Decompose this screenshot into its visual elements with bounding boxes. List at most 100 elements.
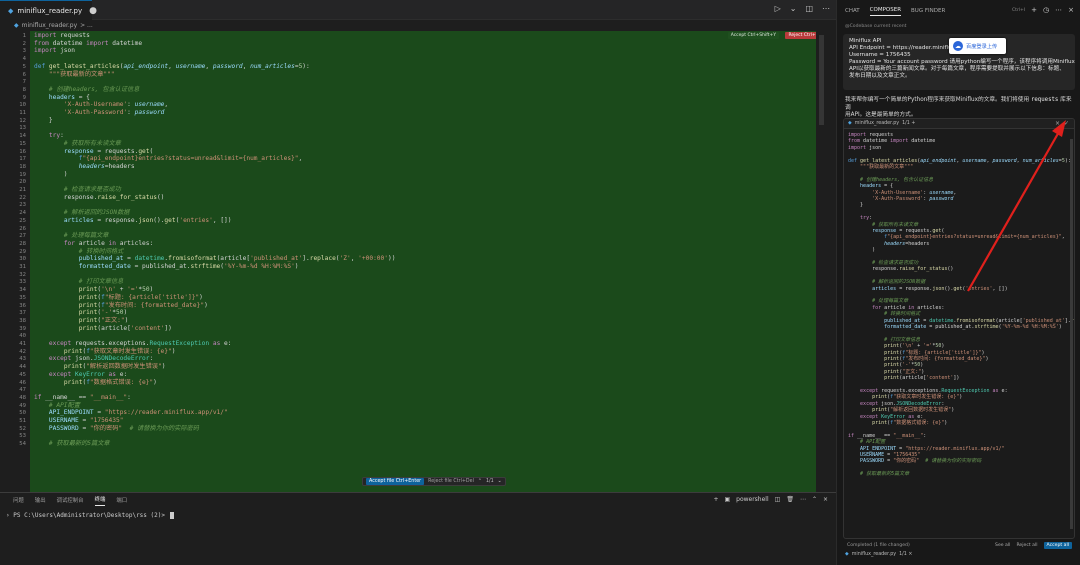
run-icon[interactable]: ▷ [775,4,781,13]
editor-code-line[interactable]: # 获取最新的5篇文章 [34,440,110,448]
composer-code-line[interactable]: response.raise_for_status() [848,266,953,272]
editor-code-line[interactable]: response.raise_for_status() [34,194,165,202]
chevron-down-icon[interactable]: ⌄ [790,4,797,13]
accept-all-button[interactable]: Accept all [1043,542,1072,549]
composer-code-line[interactable]: 'X-Auth-Password': password [848,196,953,202]
panel-tab[interactable]: 问题 [13,496,24,504]
editor-code-line[interactable]: USERNAME = "1756435" [34,417,124,425]
accept-file-button[interactable]: Accept file Ctrl+Enter [366,478,425,485]
editor-code-line[interactable]: # 转换时间格式 [34,248,124,256]
more-icon[interactable]: ⋯ [1055,6,1062,14]
editor-code-line[interactable]: # 处理每篇文章 [34,232,109,240]
editor-code-line[interactable]: # 解析返回的JSON数据 [34,209,130,217]
editor-code-line[interactable]: } [34,117,53,125]
editor-code-line[interactable]: # 检查请求是否成功 [34,186,121,194]
chat-tab[interactable]: COMPOSER [869,7,902,16]
editor-code-line[interactable]: print(f"获取文章时发生错误: {e}") [34,348,176,356]
composer-code-line[interactable]: # 获取最新的5篇文章 [848,471,909,477]
plus-icon[interactable]: + [713,496,718,503]
editor-code-line[interactable]: if __name__ == "__main__": [34,394,131,402]
close-icon[interactable]: × [823,496,828,503]
panel-tab[interactable]: 调试控制台 [57,496,84,504]
terminal-prompt-line[interactable]: › PS C:\Users\Administrator\Desktop\rss … [6,512,174,519]
editor-code-line[interactable]: ) [34,171,68,179]
editor-code-line[interactable]: # 获取所有未读文章 [34,140,121,148]
editor-code-line[interactable]: print(f"标题: {article['title']}") [34,294,203,302]
history-icon[interactable]: ◷ [1043,6,1049,14]
editor-code-line[interactable]: def get_latest_articles(api_endpoint, us… [34,63,310,71]
composer-code-line[interactable]: formatted_date = published_at.strftime('… [848,324,1062,330]
code-content-added-diff[interactable]: Accept Ctrl+Shift+Y Reject Ctrl+N import… [30,31,826,492]
editor-code-line[interactable]: except requests.exceptions.RequestExcept… [34,340,232,348]
chat-tab[interactable]: BUG FINDER [911,8,945,14]
composer-code-line[interactable]: print(f"数据格式错误: {e}") [848,420,947,426]
editor-code-line[interactable]: """获取最新的文章""" [34,71,115,79]
editor-code-line[interactable]: headers=headers [34,163,135,171]
split-terminal-icon[interactable]: ◫ [775,496,781,503]
editor-code-line[interactable]: # 创建headers, 包含认证信息 [34,86,139,94]
editor-code-line[interactable]: formatted_date = published_at.strftime('… [34,263,299,271]
editor-code-line[interactable]: # API配置 [34,402,80,410]
check-icon[interactable]: ✓ [1064,120,1069,127]
composer-code-line[interactable]: import json [848,145,881,151]
chevron-up-icon[interactable]: ⌃ [478,479,482,484]
see-all-button[interactable]: See all [995,543,1010,548]
close-icon[interactable]: × [1055,120,1060,127]
composer-code-line[interactable]: ) [848,247,875,253]
code-editor[interactable]: 1 2 3 4 5 6 7 8 9 10 11 12 13 14 15 16 17 18 19 20 21 22 23 24 2… [0,31,836,492]
reject-all-button[interactable]: Reject all [1016,543,1037,548]
editor-code-line[interactable]: print('\n' + '='*50) [34,286,154,294]
panel-tab[interactable]: 终端 [94,495,106,506]
editor-code-line[interactable]: try: [34,132,64,140]
maximize-icon[interactable]: ⌃ [812,496,817,503]
panel-tab[interactable]: 端口 [116,496,127,504]
composer-code-line[interactable]: PASSWORD = "你的密码" # 请替换为你的实际密码 [848,458,981,464]
chat-tab[interactable]: CHAT [845,8,860,14]
editor-code-line[interactable]: articles = response.json().get('entries'… [34,217,232,225]
editor-code-line[interactable]: PASSWORD = "你的密码" # 请替换为你的实际密码 [34,425,199,433]
unsaved-dot-icon[interactable]: ● [89,6,97,16]
editor-code-line[interactable]: f"{api_endpoint}entries?status=unread&li… [34,155,303,163]
composer-code-line[interactable]: print(article['content']) [848,375,959,381]
composer-code-line[interactable]: articles = response.json().get('entries'… [848,286,1008,292]
editor-code-line[interactable]: API_ENDPOINT = "https://reader.miniflux.… [34,409,228,417]
editor-code-line[interactable]: import requests [34,32,90,40]
editor-code-line[interactable]: for article in articles: [34,240,153,248]
breadcrumb-file[interactable]: miniflux_reader.py [22,22,78,29]
editor-code-line[interactable]: import json [34,47,75,55]
editor-code-line[interactable]: 'X-Auth-Username': username, [34,101,168,109]
split-editor-icon[interactable]: ◫ [805,4,813,13]
editor-code-line[interactable]: # 打印文章信息 [34,278,124,286]
composer-file-chip[interactable]: ◆ miniflux_reader.py 1/1 × [845,552,912,557]
more-icon[interactable]: ⋯ [822,4,830,13]
editor-code-line[interactable]: 'X-Auth-Password': password [34,109,165,117]
editor-code-line[interactable]: except KeyError as e: [34,371,127,379]
editor-code-line[interactable]: headers = { [34,94,90,102]
chevron-down-icon[interactable]: ⌄ [498,479,502,484]
reject-file-button[interactable]: Reject file Ctrl+Del [428,479,474,484]
editor-code-line[interactable]: print(f"数据格式错误: {e}") [34,379,157,387]
editor-tab-miniflux-reader[interactable]: ◆ miniflux_reader.py ● [0,0,97,20]
context-chips[interactable]: @Codebase current recent [845,24,906,29]
code-block-filename[interactable]: miniflux_reader.py [855,121,899,126]
editor-code-line[interactable]: print("正文:") [34,317,129,325]
composer-code-line[interactable]: """获取最新的文章""" [848,164,913,170]
terminal-icon[interactable]: ▣ [724,496,730,503]
editor-code-line[interactable]: from datetime import datetime [34,40,142,48]
editor-code-line[interactable]: print(f"发布时间: {formatted_date}") [34,302,208,310]
editor-code-line[interactable]: published_at = datetime.fromisoformat(ar… [34,255,396,263]
accept-change-button[interactable]: Accept Ctrl+Shift+Y [727,32,779,39]
trash-icon[interactable]: 🗑 [786,496,794,503]
panel-tab[interactable]: 输出 [35,496,46,504]
more-icon[interactable]: ⋯ [800,496,806,503]
editor-code-line[interactable]: except json.JSONDecodeError: [34,355,153,363]
baidu-upload-overlay[interactable]: ☁ 百度登录上传 [949,38,1006,54]
minimap-slider[interactable] [819,35,824,125]
code-block-scrollbar[interactable] [1070,139,1073,529]
plus-icon[interactable]: + [1031,6,1037,14]
editor-code-line[interactable]: print(article['content']) [34,325,172,333]
composer-code-line[interactable]: } [848,202,863,208]
editor-code-line[interactable]: response = requests.get( [34,148,153,156]
editor-code-line[interactable]: print('-'*50) [34,309,127,317]
editor-code-line[interactable]: print("解析返回数据时发生错误") [34,363,166,371]
